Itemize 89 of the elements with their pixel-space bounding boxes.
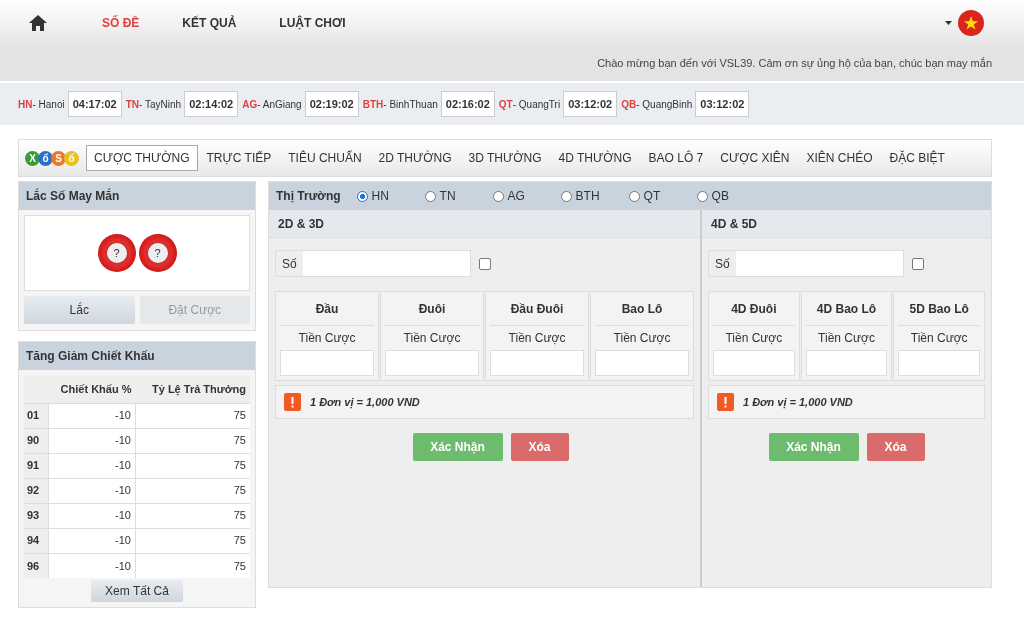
view-all-button[interactable]: Xem Tất Cả [91,580,183,602]
caret-icon[interactable] [945,20,952,25]
market-name: TN- TayNinh [125,97,182,112]
number-field[interactable]: Số [708,250,904,277]
tab[interactable]: TIÊU CHUẨN [280,145,370,171]
table-cell: 90 [24,428,48,453]
table-header: Tỷ Lệ Trả Thưởng [135,375,250,403]
tab[interactable]: 2D THƯỜNG [370,145,460,171]
nav-link[interactable]: LUẬT CHƠI [279,13,346,32]
flag-icon[interactable] [958,9,984,36]
countdown-time: 02:16:02 [440,90,495,118]
unit-note: 1 Đơn vị = 1,000 VND [743,394,853,411]
tab[interactable]: ĐẶC BIỆT [881,145,953,171]
bet-card: Bao Lô Tiền Cược [590,291,694,381]
tab[interactable]: BAO LÔ 7 [640,145,712,171]
welcome-text: Chào mừng bạn đến với VSL39. Cảm ơn sự ủng hộ của bạn, chúc bạn may mắn [597,55,992,71]
tab[interactable]: 4D THƯỜNG [550,145,640,171]
market-radio[interactable]: BTH [560,187,619,205]
nav-link[interactable]: KẾT QUẢ [182,13,237,32]
market-radio[interactable]: TN [424,187,483,205]
bet-amount-field[interactable] [280,350,374,376]
market-label: Thị Trường [276,188,341,205]
bet-card: 4D Bao Lô Tiền Cược [800,291,893,381]
checkbox[interactable] [912,257,924,270]
market-radio[interactable]: AG [492,187,551,205]
bet-amount-field[interactable] [898,350,980,376]
table-cell: 93 [24,503,48,528]
table-header: Chiết Khấu % [48,375,136,403]
table-cell: 75 [135,478,250,503]
action-button[interactable]: Lắc [24,296,135,324]
table-cell: 96 [24,553,48,578]
table-cell: -10 [48,503,136,528]
market-name: HN- Hanoi [18,97,65,112]
bet-amount-field[interactable] [805,350,888,376]
panel-title: Lắc Số May Mắn [19,182,255,210]
market-name: QT- QuangTri [498,97,561,112]
panel-title: Tăng Giảm Chiết Khấu [19,342,255,370]
table-cell: 75 [135,403,250,428]
countdown-time: 02:19:02 [304,90,359,118]
tab[interactable]: CƯỢC THƯỜNG [86,145,198,171]
market-name: AG- AnGiang [242,97,302,112]
nav-link[interactable]: SỐ ĐỀ [102,13,140,32]
tab[interactable]: 3D THƯỜNG [460,145,550,171]
bet-card: Đuôi Tiền Cược [380,291,484,381]
table-cell: -10 [48,478,136,503]
section-title: 2D & 3D [269,210,700,238]
table-cell: -10 [48,453,136,478]
table-header [24,375,48,403]
table-cell: 75 [135,428,250,453]
section-title: 4D & 5D [702,210,991,238]
bet-card: Đầu Tiền Cược [275,291,379,381]
checkbox[interactable] [479,257,491,270]
bet-amount-field[interactable] [490,350,584,376]
table-cell: 75 [135,503,250,528]
countdown-time: 02:14:02 [184,90,239,118]
table-cell: 01 [24,403,48,428]
bet-card: 4D Đuôi Tiền Cược [708,291,800,381]
bet-card: Đầu Đuôi Tiền Cược [485,291,589,381]
market-radio[interactable]: QB [696,187,755,205]
market-name: BTH- BinhThuan [362,97,438,112]
market-name: QB- QuangBinh [621,97,693,112]
market-radio[interactable]: QT [628,187,687,205]
table-cell: -10 [48,528,136,553]
logo-drawing: X ổ S ố [25,150,77,166]
table-cell: -10 [48,428,136,453]
table-cell: -10 [48,553,136,578]
bet-amount-field[interactable] [713,350,795,376]
table-cell: 91 [24,453,48,478]
table-cell: -10 [48,403,136,428]
countdown-time: 04:17:02 [67,90,122,118]
countdown-time: 03:12:02 [695,90,750,118]
tab[interactable]: CƯỢC XIÊN [712,145,798,171]
table-cell: 92 [24,478,48,503]
countdown-time: 03:12:02 [563,90,618,118]
number-field[interactable]: Số [275,250,471,277]
unit-note: 1 Đơn vị = 1,000 VND [310,394,420,411]
bet-card: 5D Bao Lô Tiền Cược [893,291,985,381]
warning-icon [717,393,734,411]
bet-amount-field[interactable] [385,350,479,376]
table-cell: 94 [24,528,48,553]
table-cell: 75 [135,528,250,553]
market-radio[interactable]: HN [356,187,415,205]
table-cell: 75 [135,453,250,478]
tab[interactable]: XIÊN CHÉO [798,145,881,171]
tab[interactable]: TRỰC TIẾP [198,145,280,171]
bet-amount-field[interactable] [595,350,689,376]
home-icon[interactable] [28,13,48,32]
table-cell: 75 [135,553,250,578]
warning-icon [284,393,301,411]
